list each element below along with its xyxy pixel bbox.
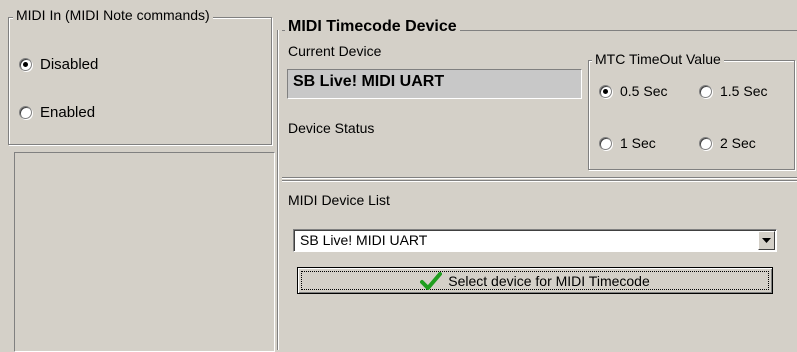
- radio-indicator: [699, 136, 712, 150]
- select-device-button-label: Select device for MIDI Timecode: [448, 272, 650, 289]
- checkmark-icon: [420, 271, 443, 290]
- select-device-button[interactable]: Select device for MIDI Timecode: [297, 267, 773, 294]
- chevron-down-icon: [762, 237, 771, 243]
- radio-label: 1.5 Sec: [720, 83, 768, 99]
- radio-selected-indicator: [599, 84, 612, 98]
- device-select-value: SB Live! MIDI UART: [300, 232, 428, 248]
- timeout-1-5-radio[interactable]: 1.5 Sec: [699, 83, 767, 99]
- radio-indicator: [699, 84, 712, 98]
- radio-label: Enabled: [40, 104, 96, 121]
- device-select[interactable]: SB Live! MIDI UART: [293, 229, 777, 252]
- device-status-label: Device Status: [288, 120, 375, 136]
- radio-indicator: [599, 136, 612, 150]
- timeout-0-5-radio[interactable]: 0.5 Sec: [599, 83, 667, 99]
- radio-label: 1 Sec: [620, 135, 656, 151]
- current-device-display: SB Live! MIDI UART: [287, 69, 582, 99]
- column-separator: [277, 30, 279, 350]
- dropdown-button[interactable]: [758, 231, 775, 250]
- device-list-panel: MIDI Device List SB Live! MIDI UART Sele…: [282, 180, 797, 347]
- current-device-value: SB Live! MIDI UART: [293, 73, 445, 90]
- current-device-label: Current Device: [288, 43, 382, 59]
- radio-selected-indicator: [19, 58, 32, 71]
- timeout-2-radio[interactable]: 2 Sec: [699, 135, 756, 151]
- midi-in-group-title: MIDI In (MIDI Note commands): [13, 7, 213, 23]
- mtc-device-title: MIDI Timecode Device: [285, 18, 460, 36]
- radio-label: 2 Sec: [720, 135, 756, 151]
- mtc-timeout-title: MTC TimeOut Value: [592, 51, 724, 67]
- timeout-1-radio[interactable]: 1 Sec: [599, 135, 656, 151]
- mtc-device-group: MIDI Timecode Device Current Device SB L…: [282, 18, 797, 178]
- left-empty-panel: [14, 152, 275, 352]
- midi-in-group: MIDI In (MIDI Note commands) Disabled En…: [8, 7, 272, 145]
- radio-label: 0.5 Sec: [620, 83, 668, 99]
- midi-in-enabled-radio[interactable]: Enabled: [19, 104, 95, 121]
- device-list-label: MIDI Device List: [288, 192, 390, 208]
- midi-in-disabled-radio[interactable]: Disabled: [19, 56, 98, 73]
- mtc-timeout-group: MTC TimeOut Value 0.5 Sec 1.5 Sec 1 Sec …: [588, 51, 795, 170]
- radio-indicator: [19, 106, 32, 119]
- radio-label: Disabled: [40, 56, 99, 73]
